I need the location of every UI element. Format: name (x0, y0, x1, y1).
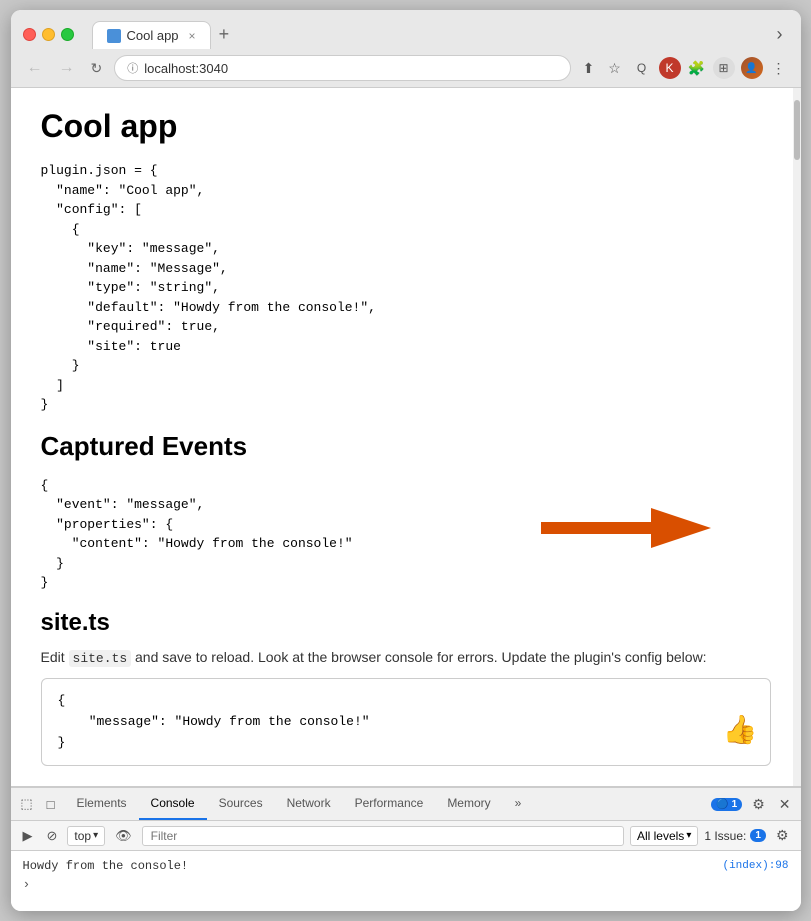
devtools-settings-button[interactable]: ⚙ (748, 794, 769, 815)
new-tab-button[interactable]: + (211, 20, 238, 49)
console-output: Howdy from the console! (index):98 › (11, 851, 801, 911)
refresh-button[interactable]: ↻ (87, 58, 107, 79)
eye-button[interactable]: 👁 (111, 826, 136, 846)
devtools-tab-elements[interactable]: Elements (65, 788, 139, 820)
config-json: { "message": "Howdy from the console!" } (58, 691, 754, 753)
close-button[interactable] (23, 28, 36, 41)
page-title: Cool app (41, 108, 771, 145)
site-ts-desc-pre: Edit (41, 649, 69, 665)
devtools-tab-console[interactable]: Console (139, 788, 207, 820)
url-bar[interactable]: ⓘ localhost:3040 (114, 55, 570, 81)
stop-button[interactable]: ⊘ (43, 826, 62, 846)
console-log-line: Howdy from the console! (index):98 (23, 857, 789, 875)
profile-button[interactable]: ⊞ (713, 57, 735, 79)
avatar[interactable]: 👤 (741, 57, 763, 79)
upload-icon[interactable]: ⬆ (579, 58, 599, 78)
page-content: Cool app plugin.json = { "name": "Cool a… (11, 88, 801, 786)
thumbs-up-icon: 👍 (723, 711, 758, 756)
console-source-ref[interactable]: (index):98 (722, 860, 788, 872)
devtools-tab-performance[interactable]: Performance (343, 788, 436, 820)
title-bar: Cool app × + › (11, 10, 801, 49)
star-icon[interactable]: ☆ (605, 58, 625, 78)
devtools-right-controls: 🔵 1 ⚙ ✕ (711, 794, 794, 815)
console-filter-input[interactable] (142, 826, 624, 846)
browser-window: Cool app × + › ← → ↻ ⓘ localhost:3040 ⬆ … (11, 10, 801, 911)
captured-events-title: Captured Events (41, 431, 771, 462)
address-bar: ← → ↻ ⓘ localhost:3040 ⬆ ☆ Q K 🧩 ⊞ 👤 ⋮ (11, 49, 801, 88)
top-context-selector[interactable]: top ▾ (67, 826, 105, 846)
plugin-json-code: plugin.json = { "name": "Cool app", "con… (41, 161, 771, 415)
prompt-cursor: › (23, 877, 31, 892)
extension-icon-2[interactable]: K (659, 57, 681, 79)
site-ts-code-inline: site.ts (69, 650, 132, 667)
minimize-button[interactable] (42, 28, 55, 41)
issues-indicator[interactable]: 1 Issue: 1 (704, 829, 766, 843)
devtools-tabs: ⬚ □ Elements Console Sources Network Per… (11, 788, 801, 821)
devtools-more-tabs[interactable]: » (503, 788, 534, 820)
menu-button[interactable]: ⋮ (769, 58, 789, 78)
devtools-tab-network[interactable]: Network (275, 788, 343, 820)
issues-count-badge: 1 (750, 829, 766, 842)
run-button[interactable]: ▶ (19, 826, 37, 846)
console-settings-button[interactable]: ⚙ (772, 825, 793, 846)
site-ts-description: Edit site.ts and save to reload. Look at… (41, 647, 771, 669)
devtools-tab-memory[interactable]: Memory (435, 788, 502, 820)
tabs-row: Cool app × + › (92, 20, 789, 49)
toolbar-icons: ⬆ ☆ Q K 🧩 ⊞ 👤 ⋮ (579, 57, 789, 79)
tab-favicon (107, 29, 121, 43)
site-ts-desc-post: and save to reload. Look at the browser … (131, 649, 706, 665)
console-message-text: Howdy from the console! (23, 859, 189, 873)
lock-icon: ⓘ (127, 60, 138, 76)
active-tab[interactable]: Cool app × (92, 21, 211, 49)
url-text: localhost:3040 (144, 61, 228, 76)
tab-close-button[interactable]: × (189, 29, 196, 43)
site-ts-title: site.ts (41, 609, 771, 637)
extensions-button[interactable]: 🧩 (687, 58, 707, 78)
captured-events-section: { "event": "message", "properties": { "c… (41, 476, 771, 593)
back-button[interactable]: ← (23, 57, 47, 79)
traffic-lights (23, 28, 74, 41)
site-ts-section: site.ts Edit site.ts and save to reload.… (41, 609, 771, 767)
devtools-close-button[interactable]: ✕ (775, 794, 795, 815)
devtools-inspect-icon[interactable]: ⬚ (17, 794, 37, 814)
tab-overflow-button[interactable]: › (771, 20, 789, 49)
maximize-button[interactable] (61, 28, 74, 41)
forward-button[interactable]: → (55, 57, 79, 79)
devtools-panel: ⬚ □ Elements Console Sources Network Per… (11, 786, 801, 911)
log-level-selector[interactable]: All levels ▾ (630, 826, 698, 846)
scrollbar[interactable] (793, 88, 801, 786)
devtools-device-icon[interactable]: □ (41, 794, 61, 814)
scrollbar-thumb[interactable] (794, 100, 800, 160)
console-prompt[interactable]: › (23, 875, 789, 894)
orange-arrow (541, 506, 711, 550)
message-count-badge: 🔵 1 (711, 798, 742, 811)
extension-icon-1[interactable]: Q (631, 57, 653, 79)
devtools-tab-sources[interactable]: Sources (207, 788, 275, 820)
config-box: { "message": "Howdy from the console!" }… (41, 678, 771, 766)
tab-title: Cool app (127, 28, 179, 43)
